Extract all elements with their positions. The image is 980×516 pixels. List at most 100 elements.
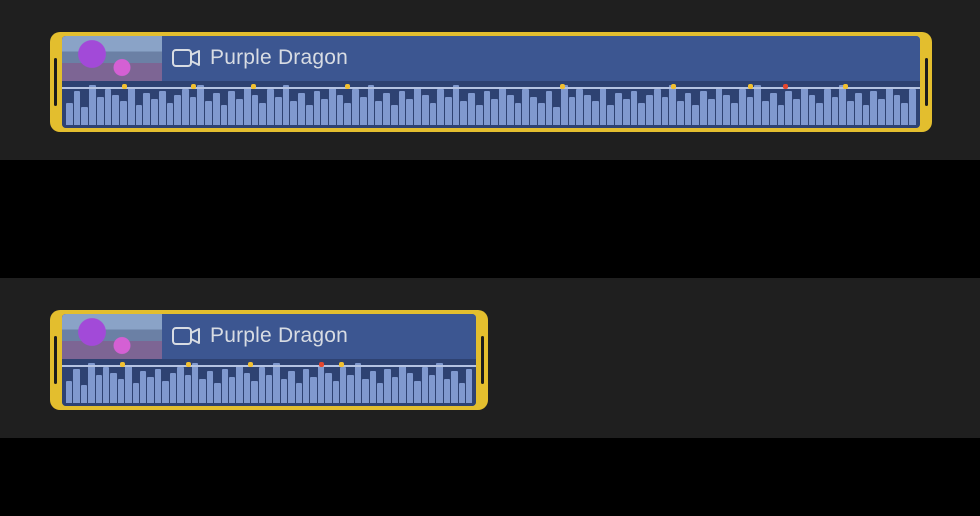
waveform-bar [847,101,854,125]
clip-body[interactable]: Purple Dragon [62,314,476,406]
waveform-bar [288,371,294,403]
waveform-bar [88,363,94,403]
waveform-bar [375,101,382,125]
peak-marker-yellow [345,84,350,89]
waveform-bar [576,89,583,125]
waveform-bar [546,91,553,125]
waveform-bar [444,379,450,403]
waveform-bar [399,365,405,403]
waveform-bar [155,369,161,403]
waveform-bar [553,107,560,125]
waveform-bar [453,85,460,125]
waveform-bar [360,97,367,125]
waveform-bar [569,97,576,125]
waveform-bar [507,95,514,125]
waveform-bar [646,95,653,125]
clip-purple-dragon-2[interactable]: Purple Dragon [50,310,488,410]
waveform-bar [793,99,800,125]
waveform-bar [669,85,676,125]
waveform-bar [607,105,614,125]
volume-line[interactable] [62,87,920,89]
waveform-bar [207,371,213,403]
waveform-bar [770,93,777,125]
waveform-bar [716,87,723,125]
peak-marker-yellow [248,362,253,367]
waveform-bar [460,101,467,125]
waveform-bar [318,365,324,403]
clip-video-strip[interactable]: Purple Dragon [62,36,920,81]
peak-marker-yellow [122,84,127,89]
waveform-bar [321,99,328,125]
waveform-bar [329,87,336,125]
waveform-bar [125,365,131,403]
waveform-bar [451,371,457,403]
waveform-bar [283,85,290,125]
peak-marker-yellow [191,84,196,89]
waveform-bar [244,87,251,125]
waveform-bar [445,97,452,125]
peak-marker-yellow [251,84,256,89]
camera-icon [172,326,200,346]
waveform-bar [368,85,375,125]
waveform-bar [754,85,761,125]
waveform-bar [406,99,413,125]
waveform-bar [136,105,143,125]
waveform-bar [199,379,205,403]
waveform-bar [407,373,413,403]
waveform-bar [399,91,406,125]
waveform-bar [143,93,150,125]
waveform-bar [785,91,792,125]
waveform-bar [267,89,274,125]
waveform-bar [110,373,116,403]
waveform-bar [74,91,81,125]
waveform-bar [205,101,212,125]
volume-line[interactable] [62,365,476,367]
clip-thumbnail [62,36,162,81]
waveform-bar [170,373,176,403]
waveform-bar [468,93,475,125]
waveform-bar [430,103,437,125]
waveform-bar [333,381,339,403]
waveform-bar [383,93,390,125]
clip-purple-dragon-1[interactable]: Purple Dragon [50,32,932,132]
waveform-bar [298,93,305,125]
clip-title: Purple Dragon [210,324,348,348]
waveform-bar [273,363,279,403]
waveform-bar [275,97,282,125]
waveform-bar [190,97,197,125]
clip-video-strip[interactable]: Purple Dragon [62,314,476,359]
waveform-bar [731,103,738,125]
waveform-bar [476,105,483,125]
waveform-bar [515,103,522,125]
waveform-bar [244,373,250,403]
waveform-bar [561,85,568,125]
waveform-bar [901,103,908,125]
waveform-bar [222,369,228,403]
waveform-bar [708,99,715,125]
waveform-bar [801,87,808,125]
waveform-bar [81,385,87,403]
waveform-bar [747,97,754,125]
waveform-bar [344,103,351,125]
peak-marker-red [783,84,788,89]
waveform-bar [662,97,669,125]
peak-marker-yellow [339,362,344,367]
peak-marker-yellow [748,84,753,89]
waveform-bar [700,91,707,125]
waveform-bar [870,91,877,125]
waveform-bar [133,383,139,403]
waveform-bar [229,377,235,403]
waveform-bar [310,377,316,403]
waveform-bar [530,97,537,125]
clip-audio-waveform[interactable] [62,359,476,407]
waveform-bar [89,85,96,125]
clip-body[interactable]: Purple Dragon [62,36,920,128]
clip-audio-waveform[interactable] [62,81,920,129]
waveform-bar [296,383,302,403]
waveform-bar [499,87,506,125]
waveform-bar [81,107,88,125]
waveform-bar [340,367,346,403]
waveform-bar [185,375,191,403]
waveform-bar [654,89,661,125]
waveform-bar [677,101,684,125]
